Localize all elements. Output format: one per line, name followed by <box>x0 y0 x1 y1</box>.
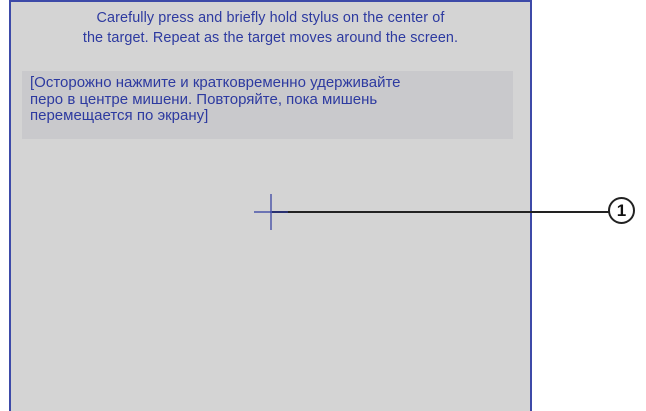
instruction-text-russian: [Осторожно нажмите и кратковременно удер… <box>22 71 513 139</box>
translation-line-3: перемещается по экрану] <box>30 107 209 124</box>
instruction-line-1: Carefully press and briefly hold stylus … <box>96 10 445 26</box>
figure: Carefully press and briefly hold stylus … <box>0 0 646 411</box>
instruction-text-english: Carefully press and briefly hold stylus … <box>11 8 530 48</box>
instruction-line-2: the target. Repeat as the target moves a… <box>82 30 459 46</box>
callout-number-badge: 1 <box>608 197 635 224</box>
translation-line-2: перо в центре мишени. Повторяйте, пока м… <box>30 90 378 108</box>
translation-line-1: [Осторожно нажмите и кратковременно удер… <box>30 74 401 91</box>
crosshair-target-icon[interactable] <box>254 194 288 230</box>
callout-leader-line <box>272 211 610 213</box>
